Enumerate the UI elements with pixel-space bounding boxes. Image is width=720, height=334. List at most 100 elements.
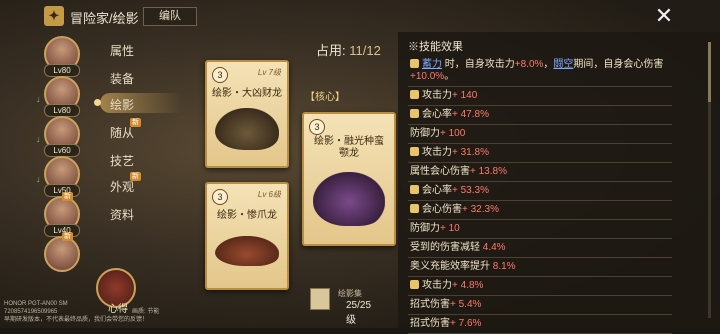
monster-art: [313, 172, 385, 226]
skill-effects-panel: ※技能效果 蓄力 时，自身攻击力+8.0%，闘空期间，自身会心伤害 +10.0%。…: [398, 32, 720, 334]
game-logo-icon: ✦: [44, 6, 64, 26]
effect-text: + 32.3%: [462, 204, 499, 215]
collection-label: 绘影集: [338, 289, 362, 298]
effect-row: 受到的伤害减轻 4.4%: [408, 239, 672, 258]
new-badge: 新: [62, 192, 73, 201]
active-dot-icon: [94, 99, 101, 106]
scrollbar[interactable]: [708, 42, 711, 318]
hero-avatar[interactable]: 新: [44, 232, 80, 276]
effect-row: 属性会心伤害+ 13.8%: [408, 163, 672, 182]
top-bar: ✦ 冒险家/绘影 编队 ✕: [0, 0, 720, 32]
effect-text: + 31.8%: [452, 147, 489, 158]
hero-avatar[interactable]: Lv60 ↓: [36, 116, 80, 157]
occupy-label: 占用:: [316, 43, 346, 58]
collection-button[interactable]: 绘影集 25/25级: [310, 288, 380, 326]
card-name: 绘影・融光种蛮颚龙: [314, 136, 384, 159]
monster-art: [215, 108, 279, 150]
skill-icon: [410, 280, 419, 289]
effect-text: 属性会心伤害: [410, 166, 470, 177]
effect-text: 8.1%: [490, 261, 516, 272]
build-notice: 早期研发版本，不代表最终品质，我们会带您的反馈！: [4, 317, 149, 323]
effect-text: 时，自身攻击力: [442, 59, 515, 70]
build-id: 7208574196509965: [4, 309, 58, 315]
effect-text: + 13.8%: [470, 166, 507, 177]
skill-icon: [410, 90, 419, 99]
effect-text: 招式伤害: [410, 299, 450, 310]
effect-text: 奥义充能效率提升: [410, 261, 490, 272]
effect-text: 攻击力: [422, 147, 452, 158]
card-cost: 3: [309, 119, 325, 135]
formation-button[interactable]: 编队: [143, 7, 197, 26]
build-quality: 画质: 节能: [132, 309, 160, 315]
skill-keyword-link[interactable]: 蓄力: [422, 59, 442, 70]
effect-text: + 10: [440, 223, 460, 234]
hero-avatar[interactable]: Lv80 ↓: [36, 76, 80, 117]
card-name: 绘影・惨爪龙: [217, 210, 277, 221]
effect-text: + 47.8%: [452, 109, 489, 120]
card-cost: 3: [212, 67, 228, 83]
card-name: 绘影・大凶财龙: [212, 88, 282, 99]
avatar: [44, 236, 80, 272]
effect-text: + 7.6%: [450, 318, 482, 329]
effect-row: 会心伤害+ 32.3%: [408, 201, 672, 220]
upgrade-arrow-icon: ↓: [36, 134, 41, 144]
effect-row: 防御力+ 10: [408, 220, 672, 239]
build-info: HONOR PGT-AN00 SM 7208574196509965 早期研发版…: [4, 300, 204, 324]
upgrade-arrow-icon: ↓: [36, 174, 41, 184]
core-label: 【核心】: [305, 92, 345, 103]
menu-item[interactable]: 技艺: [110, 152, 134, 169]
page-title: 冒险家/绘影: [70, 11, 139, 26]
effect-row: 防御力+ 100: [408, 125, 672, 144]
book-icon: [310, 288, 330, 310]
effect-text: 攻击力: [422, 90, 452, 101]
core-card[interactable]: 3 绘影・融光种蛮颚龙: [302, 112, 396, 246]
collection-value: 25/25级: [346, 300, 372, 326]
skill-icon: [410, 147, 419, 156]
menu-item[interactable]: 资料: [110, 206, 134, 223]
new-badge: 新: [130, 118, 141, 127]
skill-icon: [410, 59, 419, 68]
card-slot-1[interactable]: 3 Lv 7级 绘影・大凶财龙: [205, 60, 289, 168]
effect-text: + 53.3%: [452, 185, 489, 196]
effect-row: 招式伤害+ 5.4%: [408, 296, 672, 315]
effect-text: 受到的伤害减轻: [410, 242, 480, 253]
menu-item[interactable]: 属性: [110, 42, 134, 59]
hero-avatar[interactable]: Lv40 新: [44, 192, 80, 237]
effect-text: 会心率: [422, 109, 452, 120]
effect-row: 会心率+ 53.3%: [408, 182, 672, 201]
new-badge: 新: [130, 172, 141, 181]
occupy-value: 11/12: [349, 43, 381, 58]
panel-title: ※技能效果: [408, 41, 463, 53]
effect-row: 招式伤害+ 7.6%: [408, 315, 672, 334]
effect-text: 防御力: [410, 223, 440, 234]
new-badge: 新: [62, 232, 73, 241]
menu-item[interactable]: 绘影: [110, 96, 134, 113]
hero-avatar[interactable]: Lv80: [44, 36, 80, 77]
effect-text: +10.0%: [410, 71, 445, 82]
card-level: Lv 7级: [257, 68, 281, 77]
effect-row: 攻击力+ 4.8%: [408, 277, 672, 296]
hero-avatar[interactable]: Lv50 ↓: [36, 156, 80, 197]
effect-text: 期间，自身会心伤害: [573, 59, 664, 70]
effect-text: 会心伤害: [422, 204, 462, 215]
effect-text: 。: [444, 71, 455, 82]
card-cost: 3: [212, 189, 228, 205]
effect-row: 奥义充能效率提升 8.1%: [408, 258, 672, 277]
card-slot-2[interactable]: 3 Lv 6级 绘影・惨爪龙: [205, 182, 289, 290]
effect-text: 攻击力: [422, 280, 452, 291]
skill-icon: [410, 204, 419, 213]
effect-text: + 4.8%: [452, 280, 484, 291]
effects-list: 蓄力 时，自身攻击力+8.0%，闘空期间，自身会心伤害 +10.0%。攻击力 + 1…: [408, 56, 672, 334]
menu-item[interactable]: 装备: [110, 70, 134, 87]
scrollbar-thumb[interactable]: [708, 42, 711, 102]
effect-text: +8.0%: [514, 59, 544, 70]
build-device: HONOR PGT-AN00 SM: [4, 301, 68, 307]
close-icon[interactable]: ✕: [652, 4, 676, 28]
skill-keyword-link[interactable]: 闘空: [553, 59, 573, 70]
monster-art: [215, 236, 279, 266]
effect-row: 攻击力+ 31.8%: [408, 144, 672, 163]
skill-icon: [410, 109, 419, 118]
effect-text: ，: [543, 59, 554, 70]
effect-text: 招式伤害: [410, 318, 450, 329]
effect-row: 会心率+ 47.8%: [408, 106, 672, 125]
